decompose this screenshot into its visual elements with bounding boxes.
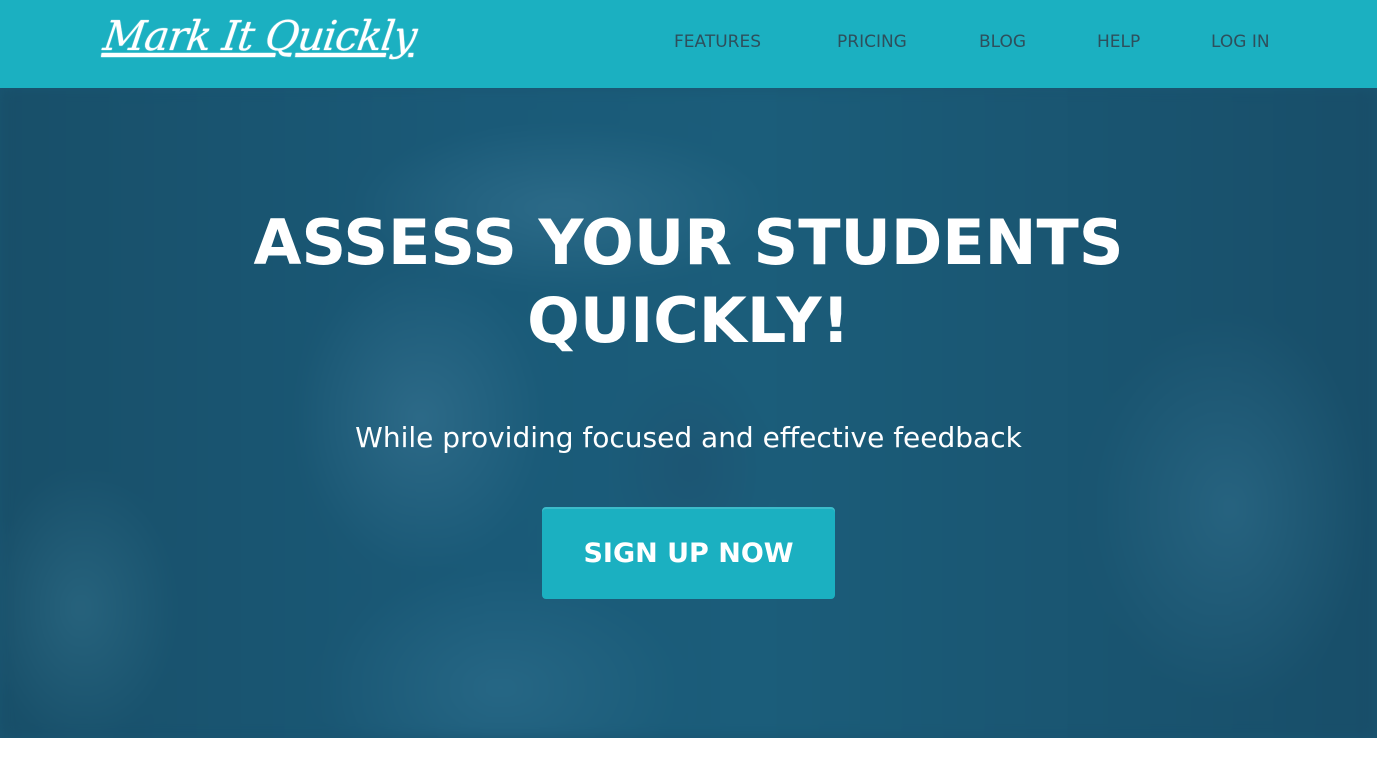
nav-blog-link[interactable]: BLOG [979,30,1026,54]
nav-features-link[interactable]: FEATURES [674,30,761,54]
sign-up-button[interactable]: SIGN UP NOW [542,507,835,599]
main-menu: FEATURES PRICING BLOG HELP LOG IN [0,30,1377,56]
top-navigation-bar: Mark It Quickly FEATURES PRICING BLOG HE… [0,0,1377,88]
hero-subtitle: While providing focused and effective fe… [355,421,1022,454]
hero-headline-line-2: QUICKLY! [527,284,850,357]
hero-headline: ASSESS YOUR STUDENTS QUICKLY! [0,204,1377,360]
hero-section: ASSESS YOUR STUDENTS QUICKLY! While prov… [0,88,1377,738]
nav-help-link[interactable]: HELP [1097,30,1140,54]
hero-headline-line-1: ASSESS YOUR STUDENTS [253,206,1124,279]
nav-pricing-link[interactable]: PRICING [837,30,907,54]
nav-login-link[interactable]: LOG IN [1211,30,1270,54]
hero-background-photo [0,88,1377,738]
